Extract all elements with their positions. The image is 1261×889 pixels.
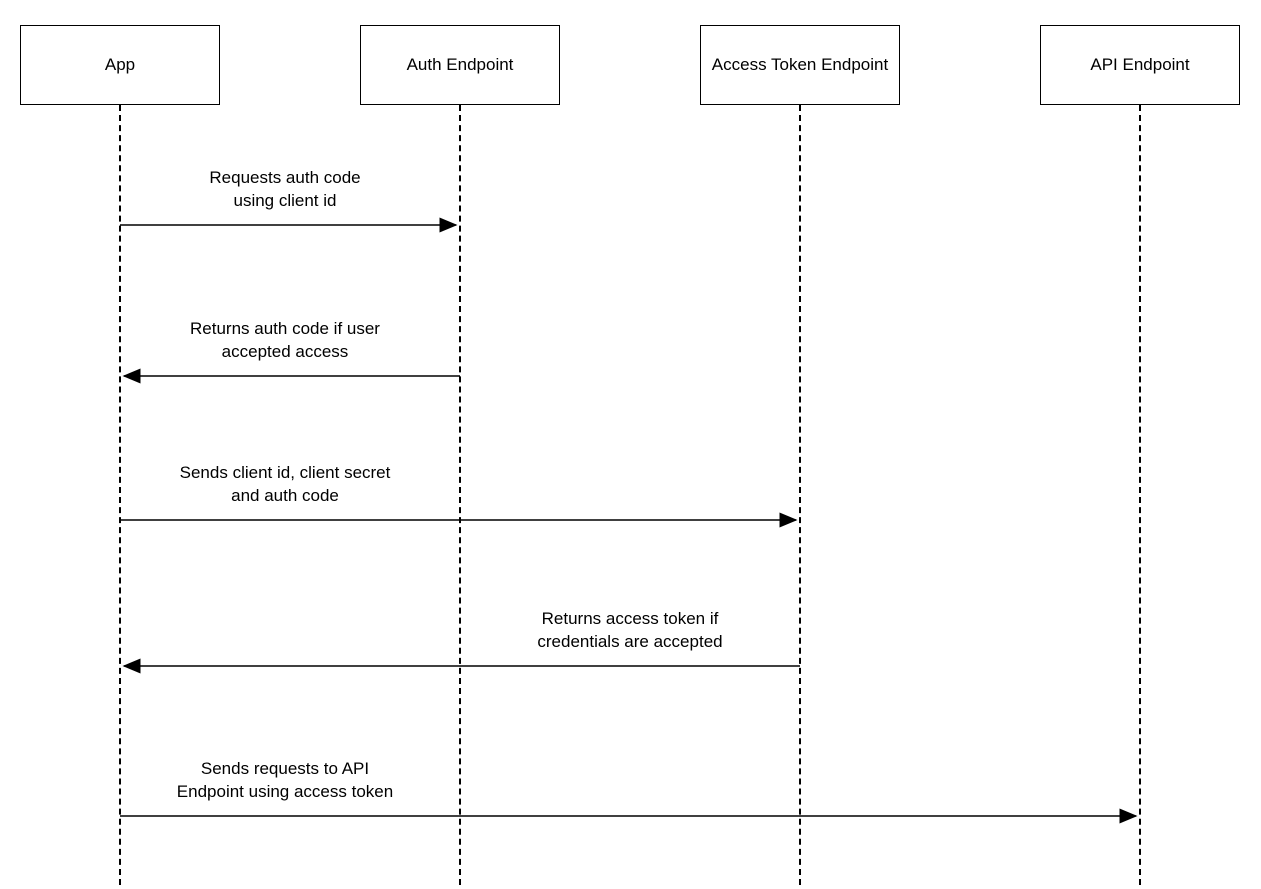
- participant-auth-label: Auth Endpoint: [407, 54, 514, 76]
- message-2-label: Returns auth code if user accepted acces…: [145, 318, 425, 364]
- participant-app: App: [20, 25, 220, 105]
- message-3-label: Sends client id, client secret and auth …: [145, 462, 425, 508]
- message-1-label: Requests auth code using client id: [145, 167, 425, 213]
- message-4-label: Returns access token if credentials are …: [490, 608, 770, 654]
- lifeline-api: [1139, 105, 1141, 885]
- message-1-arrow: [120, 220, 460, 230]
- participant-api-label: API Endpoint: [1090, 54, 1189, 76]
- message-5-arrow: [120, 811, 1140, 821]
- participant-auth: Auth Endpoint: [360, 25, 560, 105]
- message-5-label: Sends requests to API Endpoint using acc…: [135, 758, 435, 804]
- participant-token: Access Token Endpoint: [700, 25, 900, 105]
- participant-api: API Endpoint: [1040, 25, 1240, 105]
- message-4-arrow: [120, 661, 800, 671]
- participant-token-label: Access Token Endpoint: [712, 54, 888, 76]
- lifeline-token: [799, 105, 801, 885]
- sequence-diagram: App Auth Endpoint Access Token Endpoint …: [0, 0, 1261, 889]
- participant-app-label: App: [105, 54, 135, 76]
- message-2-arrow: [120, 371, 460, 381]
- message-3-arrow: [120, 515, 800, 525]
